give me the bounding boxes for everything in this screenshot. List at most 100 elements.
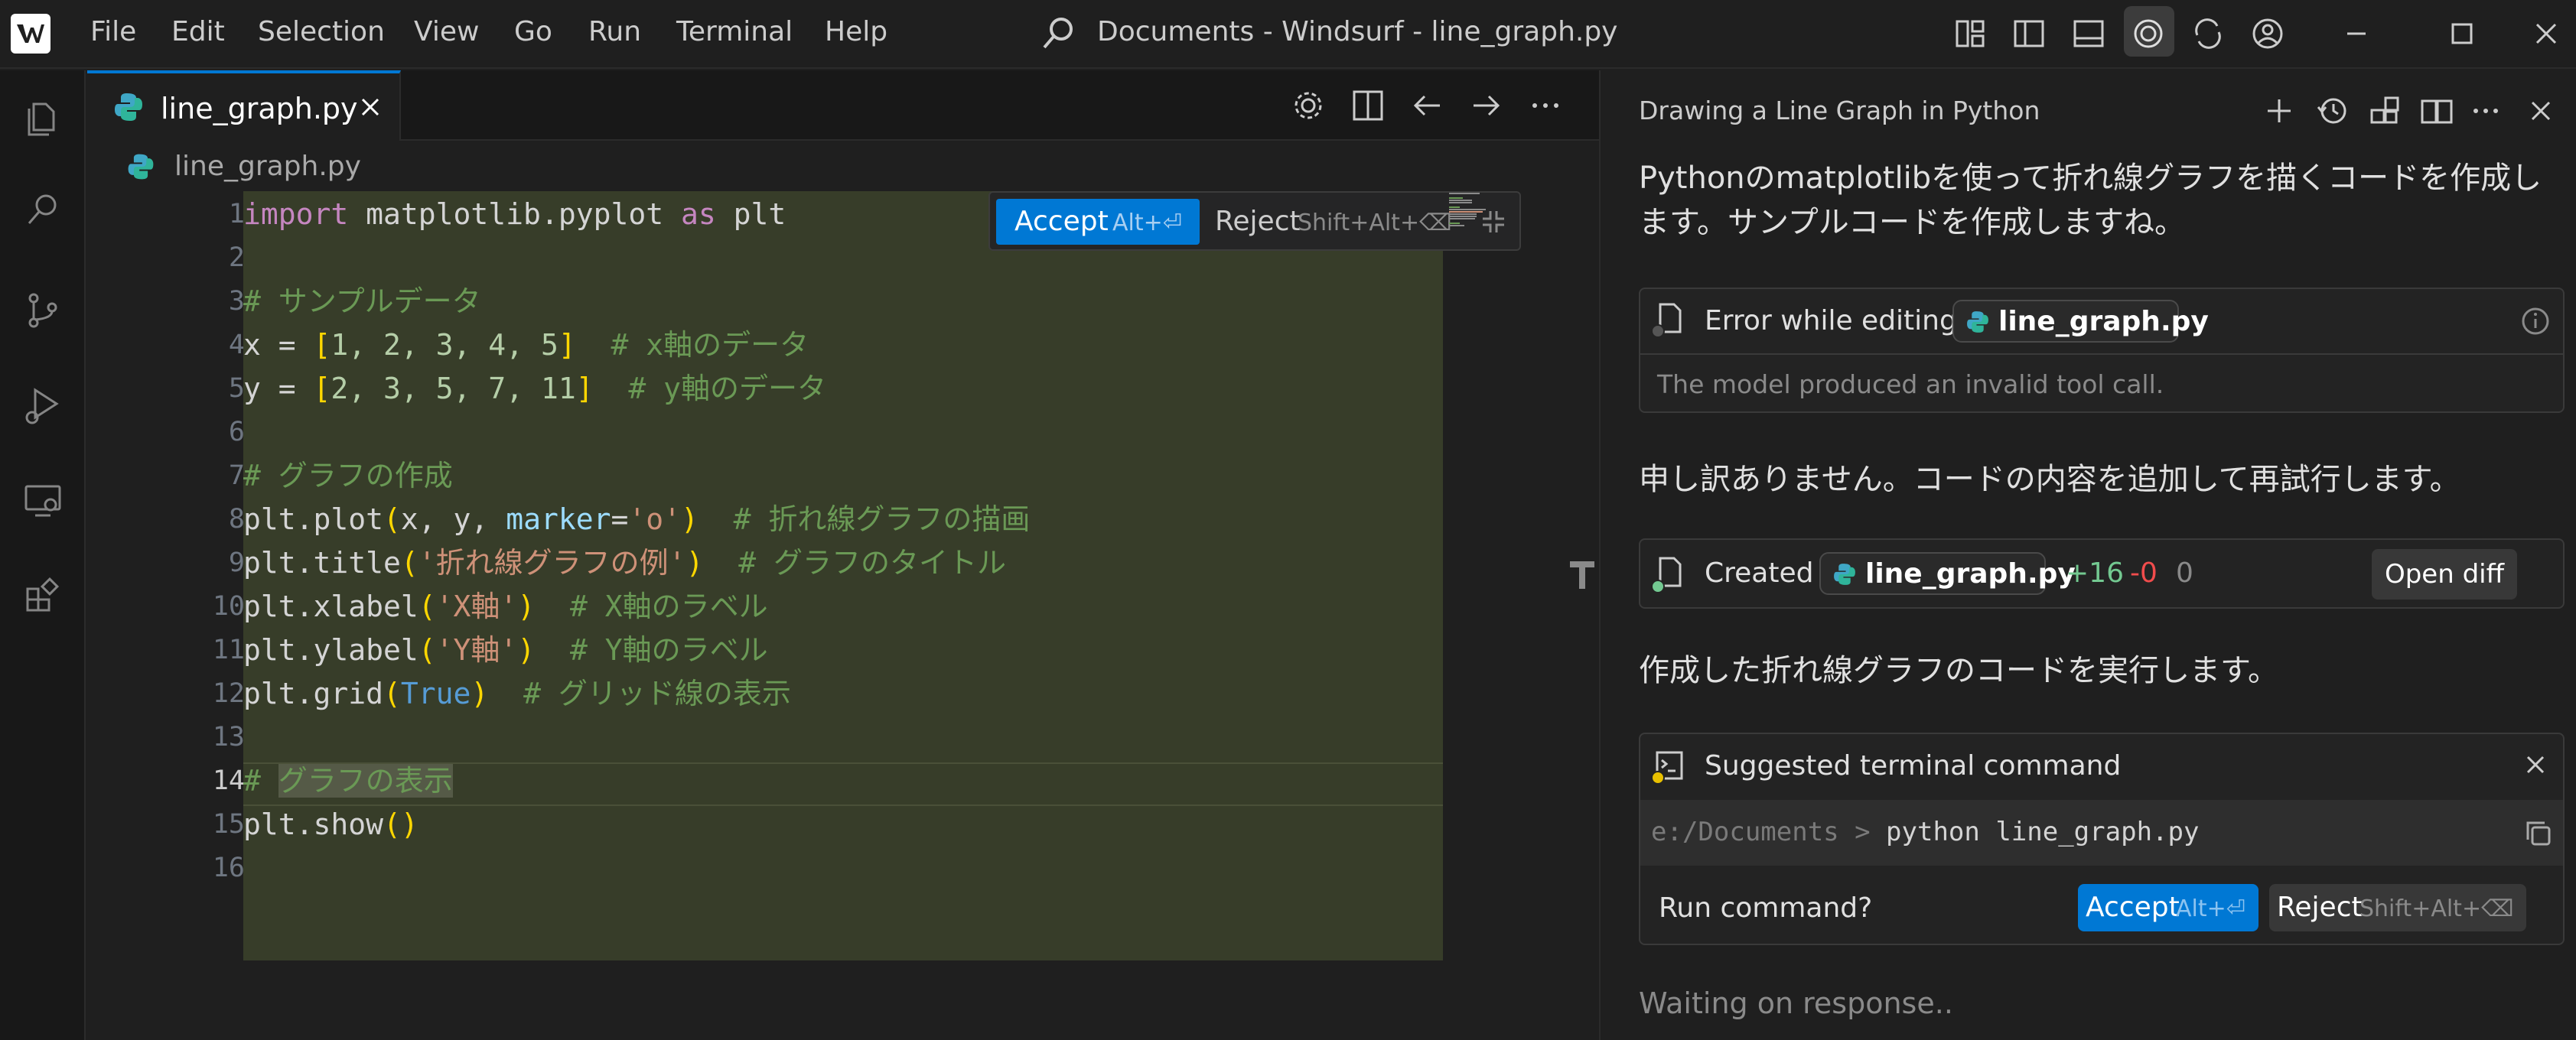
more-actions-icon[interactable] <box>1526 86 1565 125</box>
file-chip-label: line_graph.py <box>1865 558 2076 590</box>
windsurf-logo-icon[interactable] <box>11 14 50 54</box>
open-book-icon[interactable] <box>2418 92 2456 130</box>
arrow-right-icon[interactable] <box>1466 86 1506 125</box>
window-title[interactable]: Documents - Windsurf - line_graph.py <box>1097 15 1617 49</box>
tab-label: line_graph.py <box>161 92 358 125</box>
suggested-command-card: Suggested terminal command e:/Documents … <box>1639 733 2565 945</box>
remote-explorer-icon[interactable] <box>21 479 64 522</box>
error-label: Error while editing <box>1705 305 1957 336</box>
menu-run[interactable]: Run <box>588 15 641 49</box>
accept-diff-button[interactable]: Accept Alt+⏎ <box>996 199 1200 245</box>
assistant-message: 申し訳ありません。コードの内容を追加して再試行します。 <box>1639 462 2460 497</box>
line-number: 12 <box>212 678 245 709</box>
python-file-icon <box>1967 311 1988 333</box>
accept-shortcut: Alt+⏎ <box>1112 210 1182 236</box>
code-line: # グラフの作成 <box>243 459 453 492</box>
sync-icon[interactable] <box>2187 12 2229 55</box>
settings-gear-icon[interactable] <box>1288 86 1328 125</box>
code-line: # グラフの表示 <box>243 764 453 798</box>
code-line: # サンプルデータ <box>243 284 481 318</box>
info-icon[interactable] <box>2519 304 2552 338</box>
line-number: 9 <box>228 548 245 578</box>
breadcrumb-file[interactable]: line_graph.py <box>174 150 361 184</box>
close-icon[interactable] <box>2520 749 2551 780</box>
card-title: Suggested terminal command <box>1705 750 2122 782</box>
extensions-icon[interactable] <box>21 575 64 618</box>
maximize-icon[interactable] <box>2441 12 2483 55</box>
split-editor-icon[interactable] <box>1348 86 1388 125</box>
menu-file[interactable]: File <box>90 15 136 49</box>
python-file-icon <box>128 154 154 180</box>
customize-layout-icon[interactable] <box>1949 12 1992 55</box>
code-line: plt.grid(True) # グリッド線の表示 <box>243 677 791 710</box>
search-icon[interactable] <box>1037 12 1080 55</box>
minimap[interactable] <box>1449 193 1549 239</box>
file-chip[interactable]: line_graph.py <box>1819 552 2076 595</box>
line-number: 16 <box>212 853 245 883</box>
file-chip[interactable]: line_graph.py <box>1952 300 2209 343</box>
account-icon[interactable] <box>2246 12 2289 55</box>
tab-line-graph[interactable]: line_graph.py <box>87 70 401 141</box>
reject-shortcut: Shift+Alt+⌫ <box>2359 895 2514 922</box>
arrow-left-icon[interactable] <box>1408 86 1448 125</box>
history-icon[interactable] <box>2314 92 2352 130</box>
chat-title: Drawing a Line Graph in Python <box>1639 96 2040 125</box>
close-tab-icon[interactable] <box>355 92 386 122</box>
title-bar: File Edit Selection View Go Run Terminal… <box>0 0 2576 69</box>
minimize-icon[interactable] <box>2335 12 2378 55</box>
source-control-icon[interactable] <box>21 289 64 332</box>
menu-edit[interactable]: Edit <box>171 15 225 49</box>
open-diff-button[interactable]: Open diff <box>2372 549 2517 600</box>
menu-help[interactable]: Help <box>825 15 887 49</box>
layout-grid-icon[interactable] <box>2366 92 2404 130</box>
activity-bar <box>0 70 86 1040</box>
menu-selection[interactable]: Selection <box>258 15 385 49</box>
new-chat-icon[interactable] <box>2260 92 2298 130</box>
line-number: 2 <box>228 242 245 273</box>
line-number: 11 <box>212 635 245 665</box>
line-number: 13 <box>212 722 245 752</box>
menu-go[interactable]: Go <box>514 15 552 49</box>
error-detail: The model produced an invalid tool call. <box>1657 369 2164 399</box>
menu-view[interactable]: View <box>414 15 479 49</box>
line-number: 8 <box>228 504 245 535</box>
file-chip-label: line_graph.py <box>1998 306 2209 337</box>
accept-command-button[interactable]: Accept Alt+⏎ <box>2078 884 2258 931</box>
created-file-card: Created line_graph.py +16 -0 0 Open diff <box>1639 538 2565 609</box>
reject-command-button[interactable]: Reject Shift+Alt+⌫ <box>2269 884 2526 931</box>
close-window-icon[interactable] <box>2525 12 2568 55</box>
assistant-message: Pythonのmatplotlibを使って折れ線グラフを描くコードを作成します。… <box>1639 161 2542 240</box>
run-command-question: Run command? <box>1659 892 1873 924</box>
lines-other: 0 <box>2176 557 2193 589</box>
line-number: 1 <box>228 199 245 229</box>
search-icon[interactable] <box>21 188 64 231</box>
explorer-icon[interactable] <box>21 96 64 139</box>
line-number: 10 <box>212 591 245 622</box>
copy-icon[interactable] <box>2522 817 2555 850</box>
line-number: 3 <box>228 286 245 317</box>
reject-diff-button[interactable]: Reject <box>1215 205 1301 239</box>
line-number: 15 <box>212 809 245 840</box>
toggle-panel-icon[interactable] <box>2067 12 2110 55</box>
line-number: 14 <box>212 765 245 796</box>
menu-terminal[interactable]: Terminal <box>676 15 793 49</box>
lines-removed: -0 <box>2130 557 2158 589</box>
accept-label: Accept <box>1014 206 1109 237</box>
code-line: import matplotlib.pyplot as plt <box>243 197 786 231</box>
more-options-icon[interactable] <box>2467 92 2505 130</box>
accept-shortcut: Alt+⏎ <box>2176 895 2245 922</box>
cascade-icon[interactable] <box>2127 12 2170 55</box>
run-debug-icon[interactable] <box>21 384 64 427</box>
line-number: 7 <box>228 460 245 491</box>
status-text: Waiting on response.. <box>1639 986 1953 1020</box>
close-panel-icon[interactable] <box>2522 92 2560 130</box>
line-number: 6 <box>228 417 245 447</box>
reject-label: Reject <box>2277 892 2363 923</box>
status-dot <box>1651 324 1665 338</box>
cascade-chat-panel: Drawing a Line Graph in Python Pythonのma… <box>1599 70 2576 1040</box>
text-cursor-icon <box>1570 561 1594 589</box>
toggle-sidebar-icon[interactable] <box>2008 12 2050 55</box>
breadcrumb[interactable]: line_graph.py <box>87 142 1599 188</box>
command-text[interactable]: python line_graph.py <box>1886 817 2199 847</box>
assistant-message: 作成した折れ線グラフのコードを実行します。 <box>1639 653 2278 688</box>
